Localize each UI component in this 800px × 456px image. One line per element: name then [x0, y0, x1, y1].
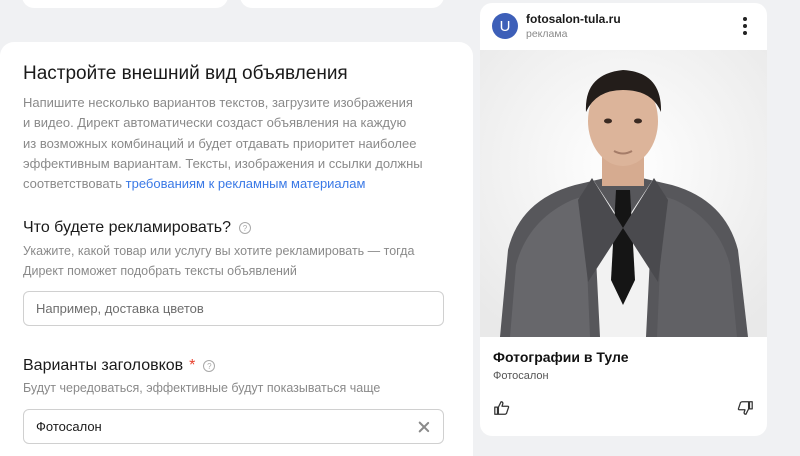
headline-variants-heading: Варианты заголовков * ?: [23, 357, 216, 375]
required-mark: *: [189, 357, 196, 374]
what-to-advertise-hint: Укажите, какой товар или услугу вы хотит…: [23, 244, 415, 278]
top-card-right: [240, 0, 444, 8]
top-card-left: [22, 0, 228, 8]
ad-image: [480, 50, 767, 337]
what-to-advertise-input[interactable]: Например, доставка цветов: [23, 291, 444, 326]
thumbs-up-icon[interactable]: [493, 399, 511, 422]
help-icon[interactable]: ?: [203, 360, 216, 372]
help-icon[interactable]: ?: [239, 222, 252, 234]
ad-header: U fotosalon-tula.ru реклама: [492, 12, 621, 40]
ad-title: Фотографии в Туле: [493, 349, 629, 365]
what-to-advertise-heading: Что будете рекламировать? ?: [23, 219, 252, 237]
ad-domain: fotosalon-tula.ru: [526, 12, 621, 26]
more-options-icon[interactable]: [743, 17, 747, 35]
form-description: Напишите несколько вариантов текстов, за…: [23, 95, 423, 192]
clear-icon[interactable]: [417, 420, 431, 434]
ad-subtitle: Фотосалон: [493, 370, 549, 382]
form-title: Настройте внешний вид объявления: [23, 63, 348, 84]
ad-preview-card: U fotosalon-tula.ru реклама Фотографии в…: [480, 3, 767, 436]
thumbs-down-icon[interactable]: [736, 399, 754, 422]
ad-label: реклама: [526, 28, 568, 40]
headline-variants-hint: Будут чередоваться, эффективные будут по…: [23, 381, 381, 395]
headline-input[interactable]: Фотосалон: [23, 409, 444, 444]
site-logo-icon: U: [492, 13, 518, 39]
requirements-link[interactable]: требованиям к рекламным материалам: [126, 176, 366, 191]
